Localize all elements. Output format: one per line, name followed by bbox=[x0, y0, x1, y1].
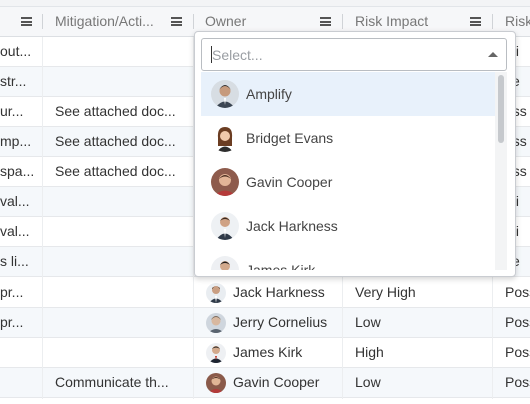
option-label: Gavin Cooper bbox=[246, 174, 333, 190]
column-divider bbox=[42, 37, 43, 399]
risk-cell: Poss bbox=[505, 284, 530, 300]
toolbar-strip bbox=[0, 0, 530, 7]
option-label: Amplify bbox=[246, 86, 292, 102]
owner-select-dropdown[interactable]: Amplify Bridget Evans Gavin Cooper Jack … bbox=[194, 31, 516, 277]
column-menu-icon[interactable] bbox=[320, 17, 331, 26]
mitigation-cell: See attached doc... bbox=[55, 103, 176, 119]
column-resize-handle[interactable] bbox=[42, 14, 43, 29]
text-cursor bbox=[211, 46, 212, 63]
avatar bbox=[211, 212, 239, 240]
table-cell: pr... bbox=[0, 284, 24, 300]
table-cell bbox=[0, 368, 40, 397]
mitigation-cell bbox=[55, 37, 185, 66]
mitigation-cell bbox=[55, 278, 185, 307]
scrollbar-thumb[interactable] bbox=[498, 75, 504, 143]
column-menu-icon[interactable] bbox=[470, 17, 481, 26]
table-cell: ur... bbox=[0, 103, 24, 119]
column-menu-icon[interactable] bbox=[171, 17, 182, 26]
table-cell: out... bbox=[0, 43, 32, 59]
avatar bbox=[206, 313, 226, 333]
column-resize-handle[interactable] bbox=[492, 14, 493, 29]
avatar bbox=[211, 168, 239, 196]
mitigation-cell: See attached doc... bbox=[55, 133, 176, 149]
options-scrollbar[interactable] bbox=[495, 72, 507, 270]
risk-impact-cell: Very High bbox=[355, 284, 416, 300]
table-cell: val... bbox=[0, 193, 30, 209]
table-cell: mp... bbox=[0, 133, 32, 149]
option-label: James Kirk bbox=[246, 262, 316, 270]
mitigation-cell bbox=[55, 67, 185, 96]
risk-cell: Poss bbox=[505, 374, 530, 390]
mitigation-cell bbox=[55, 308, 185, 337]
risk-impact-cell: Low bbox=[355, 314, 381, 330]
options-list[interactable]: Amplify Bridget Evans Gavin Cooper Jack … bbox=[201, 72, 507, 270]
table-cell: s li... bbox=[0, 253, 29, 269]
column-menu-icon[interactable] bbox=[21, 17, 32, 26]
mitigation-cell bbox=[55, 217, 185, 246]
mitigation-cell bbox=[55, 187, 185, 216]
caret-up-icon[interactable] bbox=[488, 52, 498, 57]
table-cell: str... bbox=[0, 73, 27, 89]
risk-impact-cell: Low bbox=[355, 374, 381, 390]
option-amplify[interactable]: Amplify bbox=[201, 72, 495, 116]
mitigation-cell: Communicate th... bbox=[55, 374, 169, 390]
owner-cell: James Kirk bbox=[233, 344, 303, 360]
avatar bbox=[206, 373, 226, 393]
column-resize-handle[interactable] bbox=[342, 14, 343, 29]
table-row[interactable]: pr... Jerry Cornelius Low Poss bbox=[0, 308, 530, 338]
avatar bbox=[211, 80, 239, 108]
owner-cell: Gavin Cooper bbox=[233, 374, 320, 390]
avatar bbox=[211, 124, 239, 152]
option-jack-harkness[interactable]: Jack Harkness bbox=[201, 204, 495, 248]
table-cell: spa... bbox=[0, 163, 35, 179]
column-header-mitigation[interactable]: Mitigation/Acti... bbox=[55, 7, 165, 36]
option-label: Bridget Evans bbox=[246, 130, 334, 146]
mitigation-cell bbox=[55, 247, 185, 276]
avatar bbox=[206, 343, 226, 363]
option-label: Jack Harkness bbox=[246, 218, 338, 234]
table-cell: val... bbox=[0, 223, 30, 239]
column-resize-handle[interactable] bbox=[193, 14, 194, 29]
table-row[interactable]: pr... Jack Harkness Very High Poss bbox=[0, 278, 530, 308]
owner-cell: Jerry Cornelius bbox=[233, 314, 328, 330]
avatar bbox=[206, 283, 226, 303]
table-row[interactable]: Communicate th... Gavin Cooper Low Poss bbox=[0, 368, 530, 398]
select-search-input[interactable] bbox=[201, 38, 507, 71]
table-cell bbox=[0, 338, 40, 367]
owner-cell: Jack Harkness bbox=[233, 284, 325, 300]
avatar bbox=[211, 256, 239, 270]
risk-cell: Poss bbox=[505, 344, 530, 360]
option-gavin-cooper[interactable]: Gavin Cooper bbox=[201, 160, 495, 204]
mitigation-cell: See attached doc... bbox=[55, 163, 176, 179]
table-row[interactable]: James Kirk High Poss bbox=[0, 338, 530, 368]
mitigation-cell bbox=[55, 338, 185, 367]
option-bridget-evans[interactable]: Bridget Evans bbox=[201, 116, 495, 160]
option-james-kirk[interactable]: James Kirk bbox=[201, 248, 495, 270]
risk-cell: Poss bbox=[505, 314, 530, 330]
risk-impact-cell: High bbox=[355, 344, 384, 360]
table-cell: pr... bbox=[0, 314, 24, 330]
